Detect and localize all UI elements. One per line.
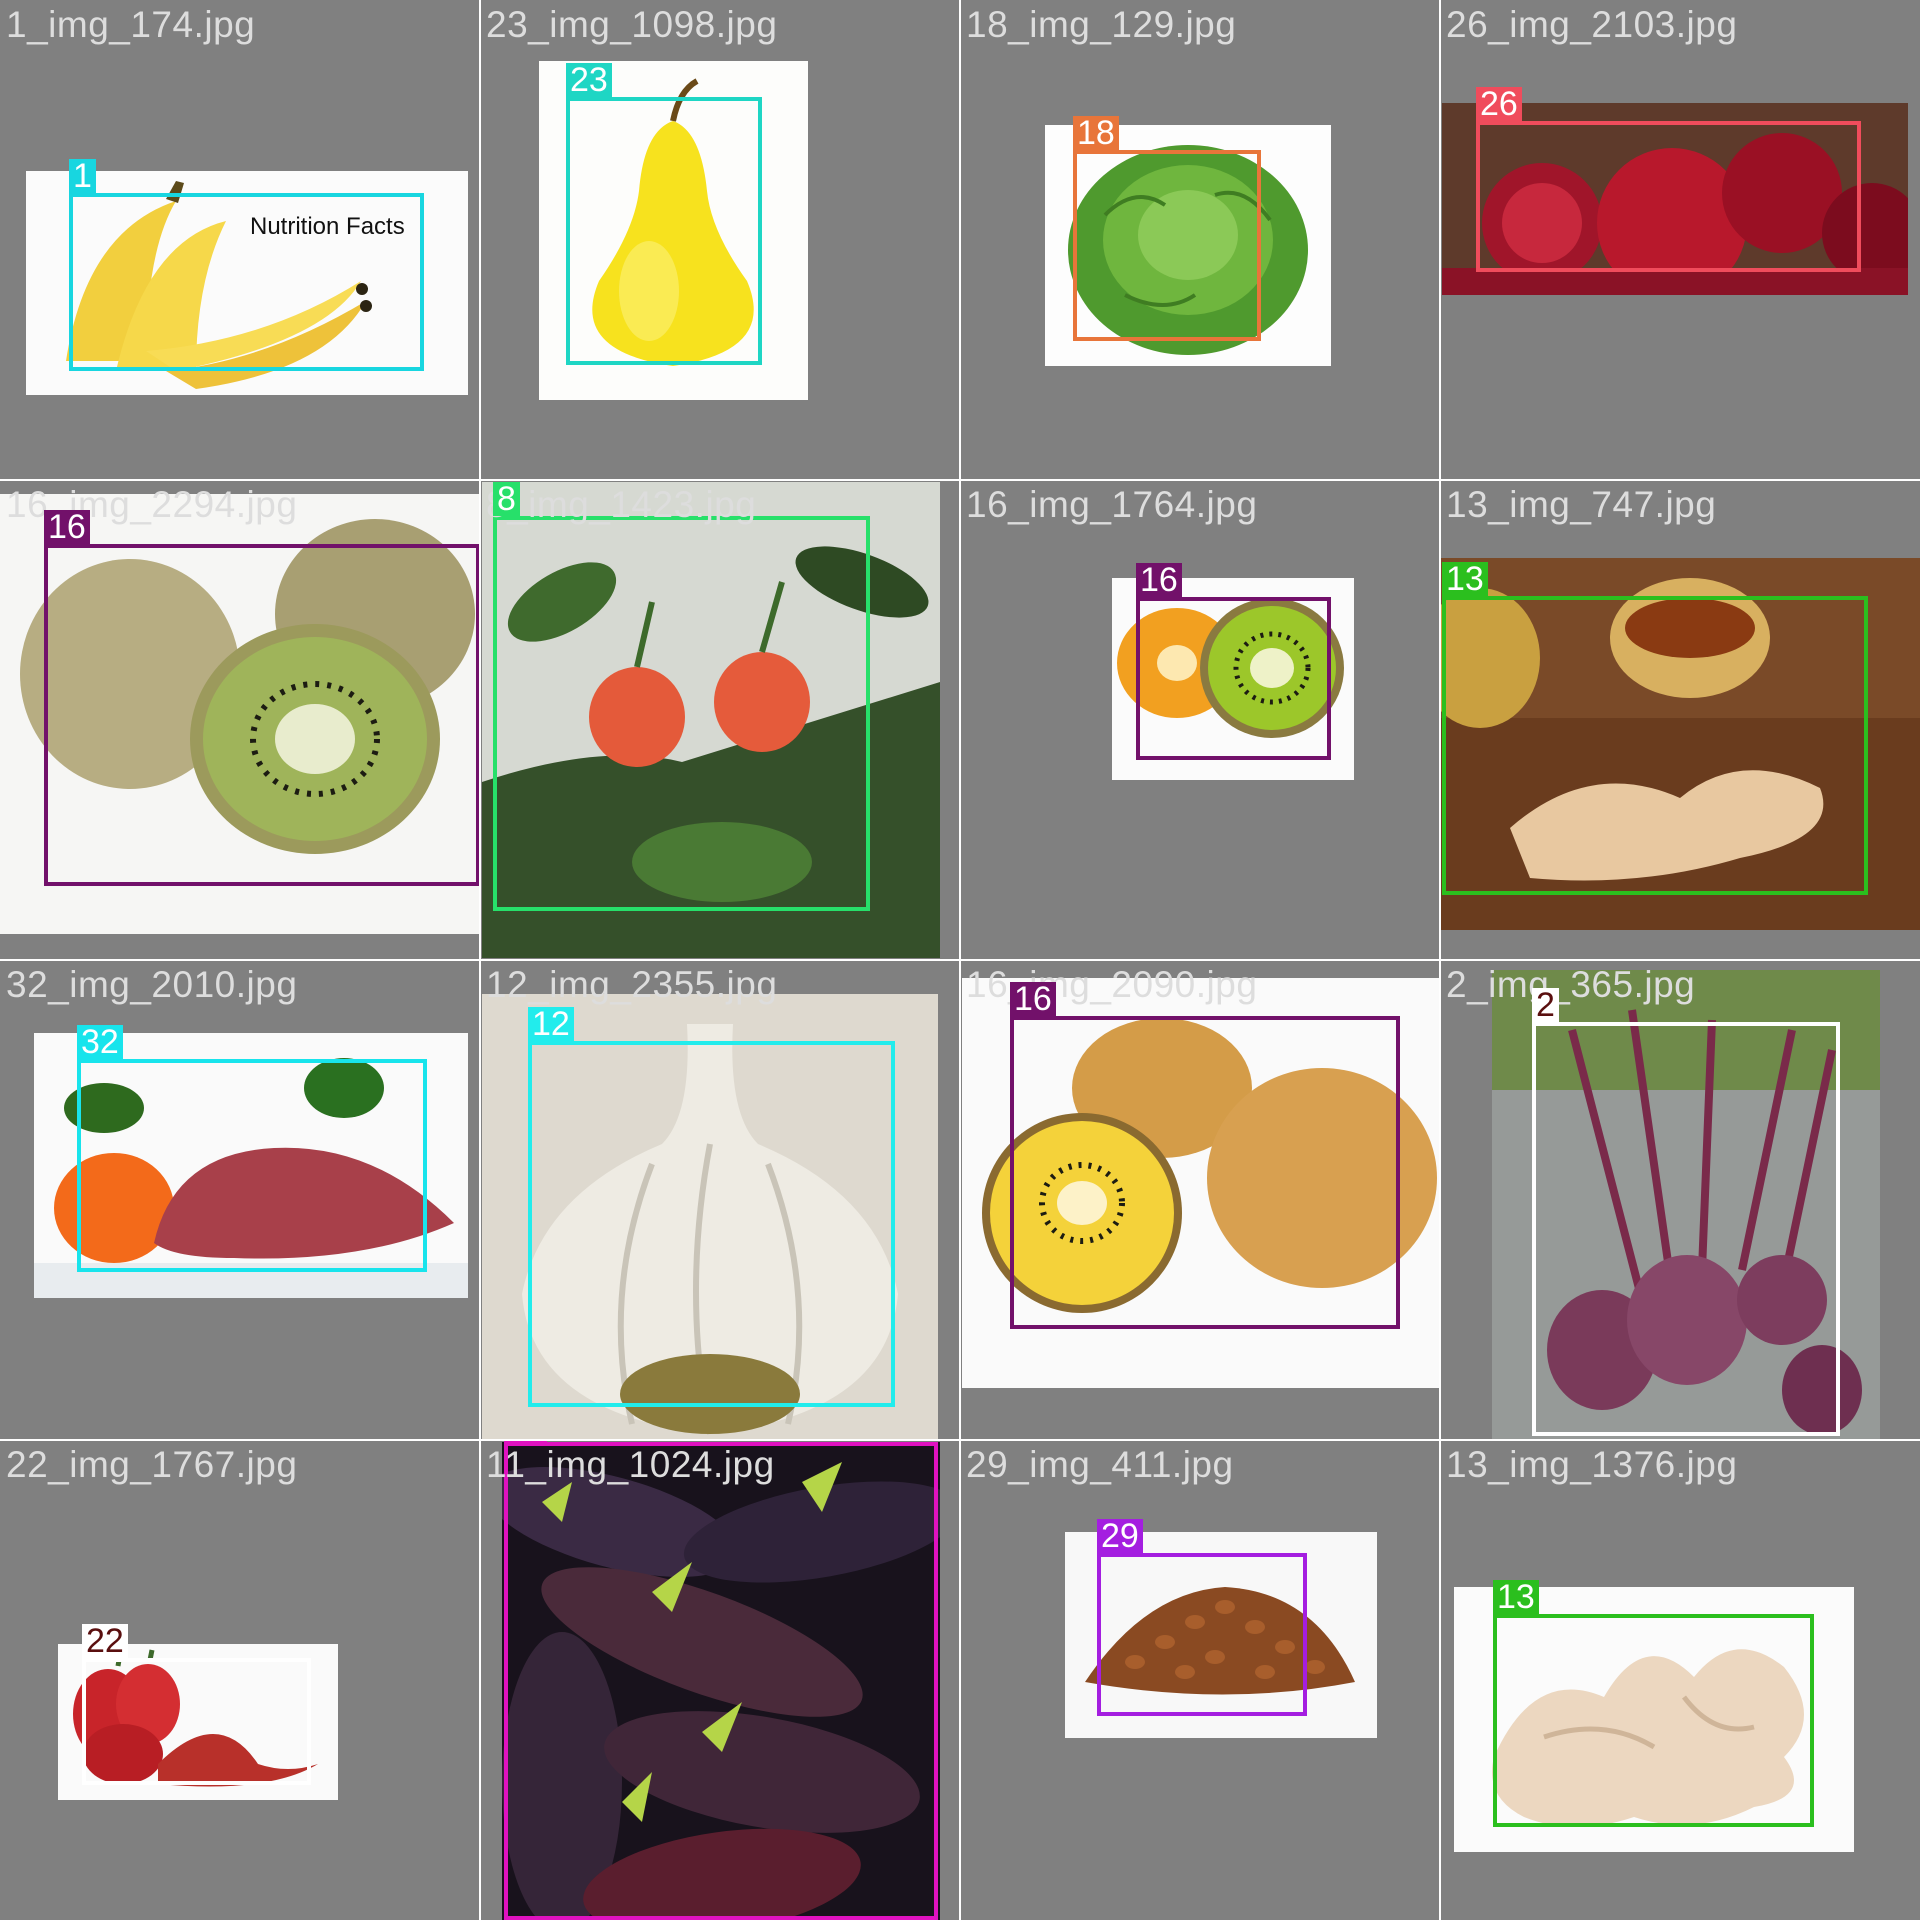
filename-label: 13_img_747.jpg <box>1446 484 1717 525</box>
tile-bananas: Nutrition Facts 1 1_img_174.jpg <box>0 0 480 480</box>
bounding-box <box>504 1442 938 1920</box>
tile-sweet-potato: 32 32_img_2010.jpg <box>0 960 480 1440</box>
class-label: 29 <box>1097 1519 1143 1553</box>
class-label: 2 <box>1532 988 1559 1022</box>
filename-label: 29_img_411.jpg <box>966 1444 1234 1485</box>
bounding-box <box>1136 597 1331 760</box>
tile-paprika: 22 22_img_1767.jpg <box>0 1440 480 1920</box>
class-label: 18 <box>1073 116 1119 150</box>
bounding-box <box>44 544 480 886</box>
bounding-box <box>566 97 762 365</box>
class-label: 26 <box>1476 87 1522 121</box>
filename-label: 8_img_1423.jpg <box>486 484 757 525</box>
class-label: 8 <box>493 482 520 516</box>
tile-pomegranates: 26 26_img_2103.jpg <box>1440 0 1920 480</box>
bounding-box <box>1097 1553 1307 1716</box>
class-label: 16 <box>1010 982 1056 1016</box>
bounding-box <box>528 1041 895 1407</box>
filename-label: 23_img_1098.jpg <box>486 4 778 45</box>
bounding-box <box>1476 121 1861 272</box>
filename-label: 16_img_1764.jpg <box>966 484 1258 525</box>
filename-label: 2_img_365.jpg <box>1446 964 1696 1005</box>
bounding-box <box>1493 1614 1814 1827</box>
bounding-box <box>1073 150 1261 341</box>
class-label: 16 <box>44 510 90 544</box>
filename-label: 32_img_2010.jpg <box>6 964 298 1005</box>
tile-beans: 29 29_img_411.jpg <box>960 1440 1440 1920</box>
class-label: 23 <box>566 63 612 97</box>
class-label: 13 <box>1493 1580 1539 1614</box>
class-label: 13 <box>1442 562 1488 596</box>
tile-eggplants: 11 11_img_1024.jpg <box>480 1440 960 1920</box>
filename-label: 22_img_1767.jpg <box>6 1444 298 1485</box>
grid-divider <box>0 479 1920 481</box>
tile-kiwi: 16 16_img_2294.jpg <box>0 480 480 960</box>
class-label: 1 <box>69 159 96 193</box>
class-label: 12 <box>528 1007 574 1041</box>
grid-divider <box>0 959 1920 961</box>
bounding-box <box>77 1059 427 1272</box>
bounding-box <box>1010 1016 1400 1329</box>
filename-label: 12_img_2355.jpg <box>486 964 778 1005</box>
tile-lettuce: 18 18_img_129.jpg <box>960 0 1440 480</box>
tile-beetroot: 2 2_img_365.jpg <box>1440 960 1920 1440</box>
filename-label: 11_img_1024.jpg <box>486 1444 775 1485</box>
bounding-box <box>1532 1022 1840 1436</box>
class-label: 32 <box>77 1025 123 1059</box>
bounding-box <box>1442 596 1868 895</box>
tile-golden-kiwi: 16 16_img_2090.jpg <box>960 960 1440 1440</box>
tile-chili-plant: 8 8_img_1423.jpg <box>480 480 960 960</box>
tile-kiwi-halves: 16 16_img_1764.jpg <box>960 480 1440 960</box>
grid-divider <box>0 1439 1920 1441</box>
detection-mosaic: Nutrition Facts 1 1_img_174.jpg 23 23_im… <box>0 0 1920 1920</box>
tile-ginger-root: 13 13_img_1376.jpg <box>1440 1440 1920 1920</box>
class-label: 22 <box>82 1624 128 1658</box>
bounding-box <box>82 1658 311 1785</box>
bounding-box <box>69 193 424 371</box>
filename-label: 1_img_174.jpg <box>6 4 256 45</box>
tile-ginger-tea: 13 13_img_747.jpg <box>1440 480 1920 960</box>
bounding-box <box>493 516 870 911</box>
class-label: 16 <box>1136 563 1182 597</box>
filename-label: 26_img_2103.jpg <box>1446 4 1738 45</box>
tile-pear: 23 23_img_1098.jpg <box>480 0 960 480</box>
filename-label: 18_img_129.jpg <box>966 4 1237 45</box>
tile-garlic: 12 12_img_2355.jpg <box>480 960 960 1440</box>
filename-label: 13_img_1376.jpg <box>1446 1444 1738 1485</box>
